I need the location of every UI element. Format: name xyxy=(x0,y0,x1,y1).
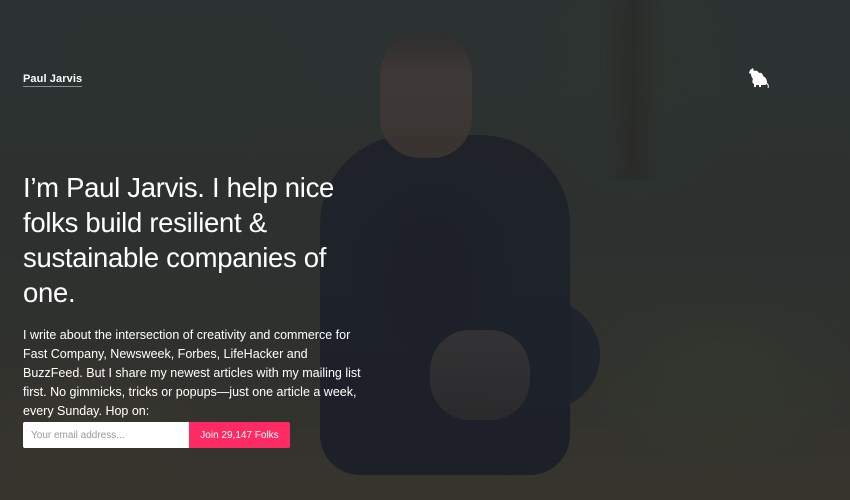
site-logo-link[interactable]: Paul Jarvis xyxy=(23,73,83,87)
rat-silhouette-icon xyxy=(749,68,769,89)
email-input[interactable] xyxy=(23,422,189,448)
hero-description: I write about the intersection of creati… xyxy=(23,328,361,418)
join-button[interactable]: Join 29,147 Folks xyxy=(189,422,290,448)
newsletter-signup-form: Join 29,147 Folks xyxy=(23,422,290,448)
hero-headline: I’m Paul Jarvis. I help nice folks build… xyxy=(23,172,335,308)
